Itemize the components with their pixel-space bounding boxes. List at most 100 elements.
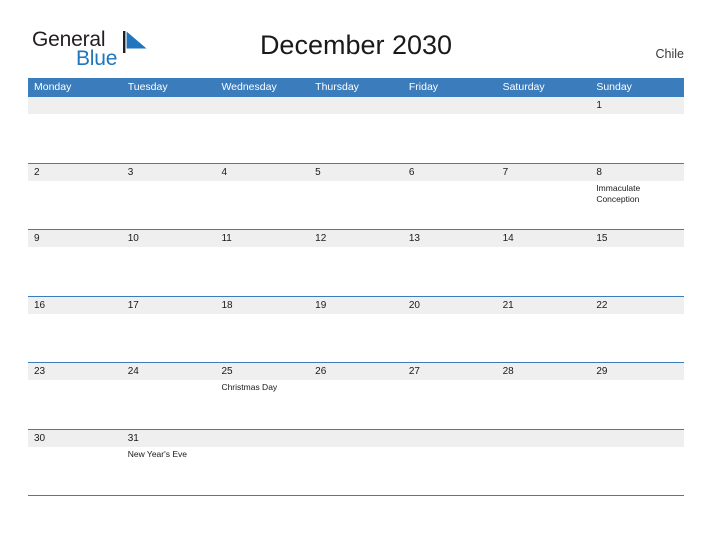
day-cell[interactable] [28, 247, 122, 295]
week-day-number-band: 23 24 25 26 27 28 29 [28, 363, 684, 380]
day-number[interactable]: 31 [122, 430, 216, 447]
day-number[interactable]: 23 [28, 363, 122, 380]
day-number[interactable]: 16 [28, 297, 122, 314]
day-number[interactable]: 3 [122, 164, 216, 181]
day-cell[interactable] [28, 380, 122, 428]
day-number[interactable]: 21 [497, 297, 591, 314]
day-cell[interactable] [309, 114, 403, 162]
day-cell[interactable] [497, 114, 591, 162]
day-number[interactable]: 29 [590, 363, 684, 380]
day-cell[interactable] [497, 314, 591, 362]
day-cell[interactable] [309, 447, 403, 495]
week-event-band [28, 247, 684, 295]
day-cell[interactable] [122, 314, 216, 362]
day-number[interactable]: 14 [497, 230, 591, 247]
day-cell[interactable] [309, 314, 403, 362]
day-number-empty [590, 430, 684, 447]
day-cell[interactable] [215, 247, 309, 295]
day-cell[interactable] [28, 114, 122, 162]
day-number[interactable]: 11 [215, 230, 309, 247]
week-event-band [28, 114, 684, 162]
day-number-empty [122, 97, 216, 114]
day-number[interactable]: 12 [309, 230, 403, 247]
weekday-header-tuesday: Tuesday [127, 81, 168, 93]
day-number[interactable]: 4 [215, 164, 309, 181]
day-cell[interactable]: Immaculate Conception [590, 181, 684, 229]
calendar-week-row: 9 10 11 12 13 14 15 [28, 230, 684, 297]
day-cell[interactable] [403, 447, 497, 495]
calendar-week-row: 1 [28, 97, 684, 164]
week-event-band: Immaculate Conception [28, 181, 684, 229]
day-cell[interactable] [309, 181, 403, 229]
day-cell[interactable] [215, 114, 309, 162]
day-cell[interactable] [497, 447, 591, 495]
day-cell[interactable] [215, 181, 309, 229]
day-cell[interactable]: Christmas Day [215, 380, 309, 428]
calendar-week-row: 23 24 25 26 27 28 29 Christmas Day [28, 363, 684, 430]
day-cell[interactable] [497, 380, 591, 428]
day-number[interactable]: 15 [590, 230, 684, 247]
weekday-header-wednesday: Wednesday [221, 81, 277, 93]
day-number[interactable]: 5 [309, 164, 403, 181]
day-number-empty [497, 97, 591, 114]
day-number[interactable]: 8 [590, 164, 684, 181]
day-cell[interactable] [497, 247, 591, 295]
day-cell[interactable] [309, 380, 403, 428]
week-day-number-band: 1 [28, 97, 684, 114]
day-number[interactable]: 13 [403, 230, 497, 247]
day-cell[interactable] [215, 447, 309, 495]
day-cell[interactable] [590, 247, 684, 295]
day-number[interactable]: 6 [403, 164, 497, 181]
day-cell[interactable] [590, 314, 684, 362]
weekday-header-monday: Monday [34, 81, 72, 93]
day-number-empty [215, 97, 309, 114]
day-cell[interactable] [309, 247, 403, 295]
calendar-grid: Monday Tuesday Wednesday Thursday Friday… [28, 78, 684, 496]
page-title: December 2030 [259, 30, 453, 60]
weekday-header-friday: Friday [408, 81, 439, 93]
day-number[interactable]: 24 [122, 363, 216, 380]
day-cell[interactable] [28, 314, 122, 362]
day-number[interactable]: 20 [403, 297, 497, 314]
day-number[interactable]: 9 [28, 230, 122, 247]
day-cell[interactable] [403, 247, 497, 295]
day-cell[interactable] [28, 447, 122, 495]
day-cell[interactable] [28, 181, 122, 229]
day-number[interactable]: 30 [28, 430, 122, 447]
day-number[interactable]: 18 [215, 297, 309, 314]
holiday-event-label: Immaculate Conception [596, 182, 641, 205]
day-cell[interactable] [497, 181, 591, 229]
day-number[interactable]: 27 [403, 363, 497, 380]
day-number[interactable]: 28 [497, 363, 591, 380]
day-number[interactable]: 26 [309, 363, 403, 380]
day-number[interactable]: 2 [28, 164, 122, 181]
day-number[interactable]: 7 [497, 164, 591, 181]
day-number[interactable]: 22 [590, 297, 684, 314]
day-cell[interactable] [403, 114, 497, 162]
day-cell[interactable] [122, 114, 216, 162]
day-cell[interactable] [215, 314, 309, 362]
day-cell[interactable] [122, 380, 216, 428]
day-cell[interactable] [403, 181, 497, 229]
day-number-empty [497, 430, 591, 447]
weekday-header-sunday: Sunday [596, 81, 632, 93]
week-day-number-band: 16 17 18 19 20 21 22 [28, 296, 684, 314]
day-cell[interactable]: New Year's Eve [122, 447, 216, 495]
weekday-header-saturday: Saturday [502, 81, 545, 93]
day-cell[interactable] [590, 447, 684, 495]
day-cell[interactable] [590, 114, 684, 162]
calendar-week-row: 30 31 New Year's Eve [28, 429, 684, 496]
day-number[interactable]: 17 [122, 297, 216, 314]
day-number-empty [215, 430, 309, 447]
day-number[interactable]: 10 [122, 230, 216, 247]
day-number[interactable]: 19 [309, 297, 403, 314]
day-number[interactable]: 25 [215, 363, 309, 380]
day-cell[interactable] [122, 247, 216, 295]
day-number[interactable]: 1 [590, 97, 684, 114]
day-cell[interactable] [403, 314, 497, 362]
day-number-empty [403, 430, 497, 447]
day-cell[interactable] [590, 380, 684, 428]
day-cell[interactable] [122, 181, 216, 229]
day-cell[interactable] [403, 380, 497, 428]
day-number-empty [28, 97, 122, 114]
